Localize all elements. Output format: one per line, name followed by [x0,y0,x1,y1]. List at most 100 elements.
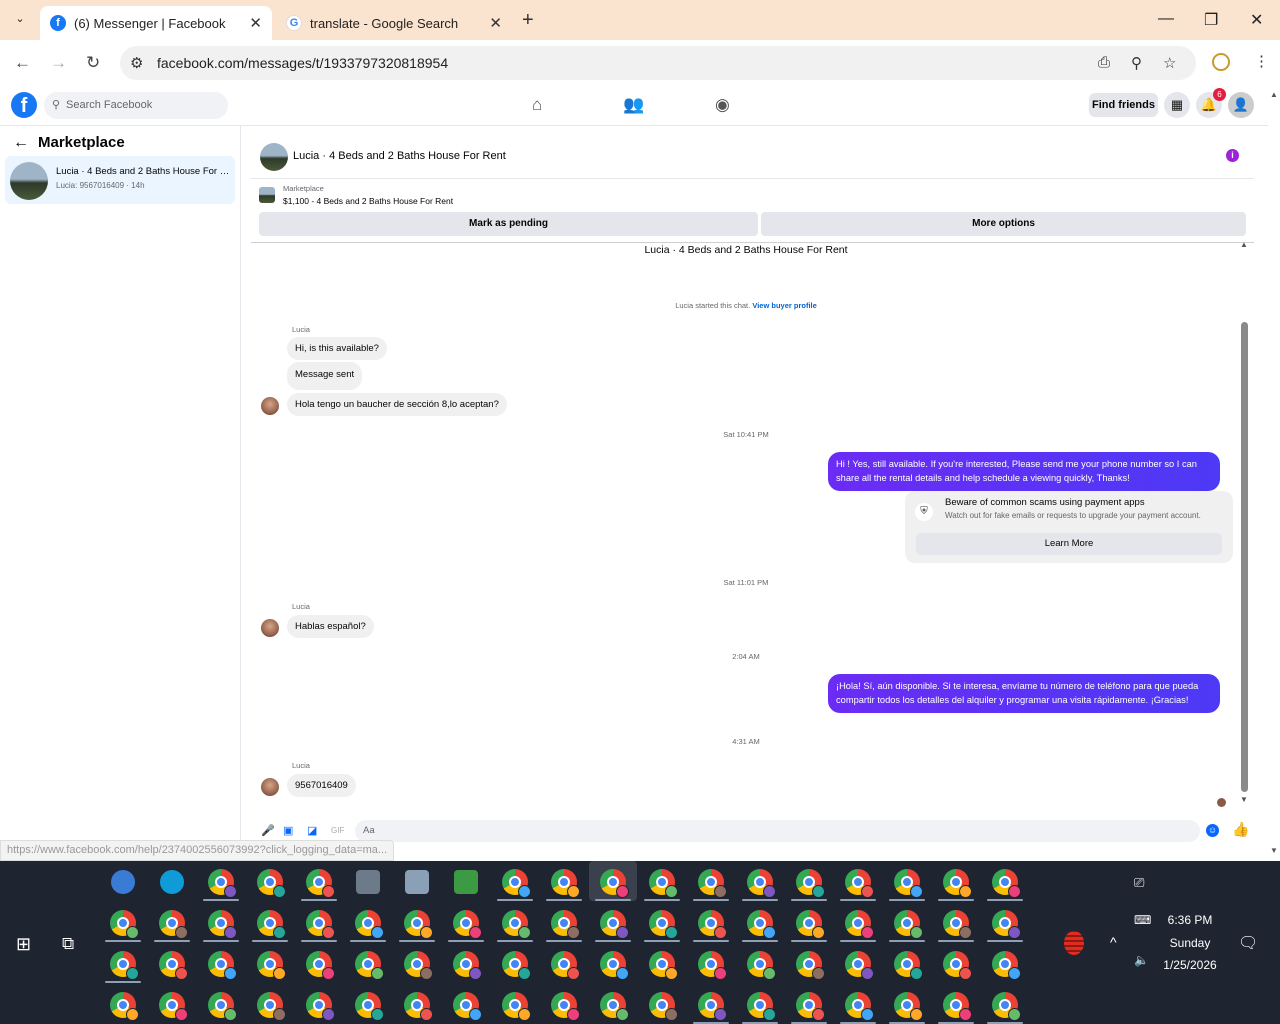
chrome-profile-icon[interactable] [600,910,629,939]
chrome-profile-icon[interactable] [796,869,825,898]
chrome-profile-icon[interactable] [306,910,335,939]
chrome-profile-icon[interactable] [355,951,384,980]
chrome-profile-icon[interactable] [600,992,629,1021]
chrome-profile-icon[interactable] [845,951,874,980]
clock-day[interactable]: Sunday [1160,936,1220,950]
chrome-profile-icon[interactable] [894,992,923,1021]
groups-icon[interactable]: ◉ [715,95,730,115]
chrome-profile-icon[interactable] [894,869,923,898]
chrome-profile-icon[interactable] [649,910,678,939]
tab-messenger[interactable]: f (6) Messenger | Facebook ✕ [40,6,272,40]
bookmark-star-icon[interactable]: ☆ [1163,54,1176,72]
url-text[interactable]: facebook.com/messages/t/1933797320818954 [157,55,448,71]
friends-icon[interactable]: 👥 [623,95,644,115]
tray-app-icon[interactable] [1064,931,1084,955]
chrome-profile-icon[interactable] [502,910,531,939]
find-friends-button[interactable]: Find friends [1089,93,1158,117]
message-bubble[interactable]: Hola tengo un baucher de sección 8,lo ac… [287,393,507,416]
chrome-profile-icon[interactable] [404,992,433,1021]
chrome-profile-icon[interactable] [502,869,531,898]
message-bubble[interactable]: Hablas español? [287,615,374,638]
chat-title[interactable]: Lucia · 4 Beds and 2 Baths House For Ren… [293,150,506,162]
chrome-profile-icon[interactable] [551,910,580,939]
chrome-profile-icon[interactable] [992,951,1021,980]
message-bubble[interactable]: 9567016409 [287,774,356,797]
menu-grid-icon[interactable]: ▦ [1164,92,1190,118]
chrome-profile-icon[interactable] [110,992,139,1021]
close-icon[interactable]: ✕ [489,14,502,32]
chrome-profile-icon[interactable] [796,910,825,939]
scroll-down-icon[interactable]: ▼ [1240,795,1248,804]
back-arrow-icon[interactable]: ← [13,134,29,152]
chrome-profile-icon[interactable] [404,951,433,980]
conversation-item[interactable]: Lucia · 4 Beds and 2 Baths House For Ren… [5,156,235,204]
profile-icon[interactable] [1212,53,1230,71]
home-icon[interactable]: ⌂ [532,95,542,115]
chrome-profile-icon[interactable] [502,951,531,980]
chrome-profile-icon[interactable] [502,992,531,1021]
gif-icon[interactable]: GIF [331,826,344,835]
sender-avatar[interactable] [261,619,279,637]
chrome-profile-icon[interactable] [257,951,286,980]
listing-thumbnail[interactable] [260,143,288,171]
new-tab-button[interactable]: + [522,9,534,32]
emoji-icon[interactable]: ☺ [1206,824,1219,837]
notepad-icon[interactable] [454,870,478,894]
more-options-button[interactable]: More options [761,212,1246,236]
chrome-profile-icon[interactable] [551,992,580,1021]
view-buyer-profile-link[interactable]: View buyer profile [752,301,816,310]
info-icon[interactable]: i [1226,149,1239,162]
reload-button[interactable]: ↻ [86,53,100,73]
chrome-profile-icon[interactable] [306,951,335,980]
close-icon[interactable]: ✕ [249,14,262,32]
chrome-profile-icon[interactable] [110,951,139,980]
back-button[interactable]: ← [14,53,31,73]
network-icon[interactable]: ⌨ [1134,913,1151,927]
chrome-profile-icon[interactable] [698,992,727,1021]
chrome-profile-icon[interactable] [110,910,139,939]
chrome-profile-icon[interactable] [404,910,433,939]
scroll-up-icon[interactable]: ▲ [1270,90,1278,99]
chevron-up-icon[interactable]: ^ [1110,934,1117,950]
chrome-profile-icon[interactable] [698,869,727,898]
chrome-profile-icon[interactable] [600,951,629,980]
chrome-profile-icon[interactable] [649,869,678,898]
tab-search-button[interactable]: ⌄ [12,11,28,27]
install-app-icon[interactable]: ⎙ [1098,54,1110,71]
chrome-profile-icon[interactable] [992,910,1021,939]
chrome-profile-icon[interactable] [845,910,874,939]
chrome-profile-icon[interactable] [943,951,972,980]
volume-icon[interactable]: 🔈 [1134,953,1149,967]
chrome-profile-icon[interactable] [159,992,188,1021]
window-close-button[interactable]: ✕ [1250,10,1263,30]
chrome-profile-icon[interactable] [649,951,678,980]
chrome-profile-icon[interactable] [649,992,678,1021]
sent-message-bubble[interactable]: Hi ! Yes, still available. If you're int… [828,452,1220,491]
chrome-profile-icon[interactable] [747,951,776,980]
chrome-profile-icon[interactable] [453,992,482,1021]
chrome-profile-icon[interactable] [845,869,874,898]
chrome-profile-icon[interactable] [600,869,629,898]
chrome-profile-icon[interactable] [747,992,776,1021]
app-icon[interactable] [356,870,380,894]
chrome-profile-icon[interactable] [992,869,1021,898]
chrome-profile-icon[interactable] [796,951,825,980]
sender-avatar[interactable] [261,778,279,796]
chrome-profile-icon[interactable] [453,910,482,939]
chrome-profile-icon[interactable] [257,992,286,1021]
sender-avatar[interactable] [261,397,279,415]
sticker-icon[interactable]: ◪ [307,824,317,837]
tab-google[interactable]: G translate - Google Search ✕ [276,6,512,40]
chrome-profile-icon[interactable] [257,869,286,898]
chrome-profile-icon[interactable] [894,951,923,980]
scrollbar-thumb[interactable] [1241,322,1248,792]
facebook-search-input[interactable]: ⚲ Search Facebook [44,92,228,119]
sent-message-bubble[interactable]: ¡Hola! Sí, aún disponible. Si te interes… [828,674,1220,713]
learn-more-button[interactable]: Learn More [916,533,1222,555]
message-input[interactable]: Aa [355,820,1200,842]
chrome-profile-icon[interactable] [943,992,972,1021]
chrome-profile-icon[interactable] [355,992,384,1021]
photo-icon[interactable]: ▣ [283,824,293,837]
chrome-profile-icon[interactable] [992,992,1021,1021]
microphone-icon[interactable]: 🎤 [261,824,275,837]
